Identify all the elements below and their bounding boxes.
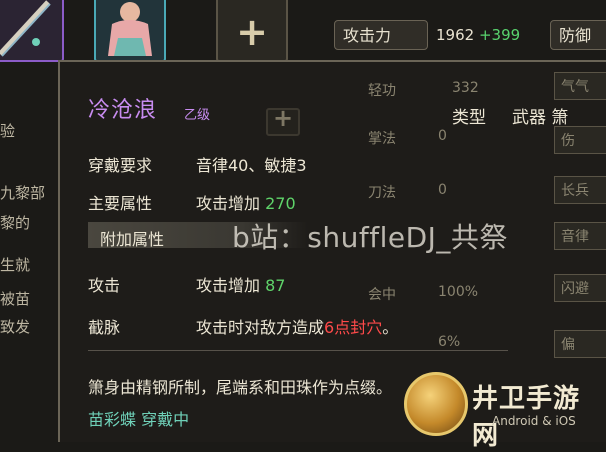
equipment-slots: + 攻击力 1962 +399 防御	[0, 0, 606, 62]
requirement-label: 穿戴要求	[88, 156, 153, 175]
meridian-label: 截脉	[88, 318, 121, 337]
extra-attr-label: 附加属性	[100, 230, 165, 249]
attack-stat-label: 攻击力	[334, 20, 428, 50]
item-description: 箫身由精钢所制，尾端系和田珠作为点缀。	[88, 378, 393, 397]
item-type-value: 武器 箫	[512, 108, 569, 128]
flute-icon	[0, 0, 51, 57]
item-grade: 乙级	[184, 108, 211, 123]
armor-slot[interactable]	[94, 0, 166, 62]
add-icon: +	[236, 10, 268, 54]
main-attr-value: 攻击增加 270	[196, 194, 296, 213]
site-logo-icon	[404, 372, 468, 436]
main-attr-label: 主要属性	[88, 194, 153, 213]
requirement-value: 音律40、敏捷3	[196, 156, 307, 175]
faded-add-icon: +	[272, 104, 294, 132]
watermark: b站：shuffleDJ_共祭	[232, 221, 508, 254]
defense-stat-label: 防御	[550, 20, 606, 50]
attack-label: 攻击	[88, 276, 121, 295]
meridian-value: 攻击时对敌方造成6点封穴。	[196, 318, 399, 337]
attack-value: 攻击增加 87	[196, 276, 286, 295]
equipped-status: 苗彩蝶 穿戴中	[88, 410, 190, 429]
robe-icon	[108, 2, 152, 56]
attack-stat-value: 1962 +399	[436, 26, 521, 44]
item-type-label: 类型	[452, 108, 486, 128]
divider	[88, 350, 508, 351]
weapon-slot[interactable]	[0, 0, 64, 62]
item-name: 冷沧浪	[88, 98, 158, 123]
site-logo-sub: Android & iOS	[492, 414, 576, 428]
